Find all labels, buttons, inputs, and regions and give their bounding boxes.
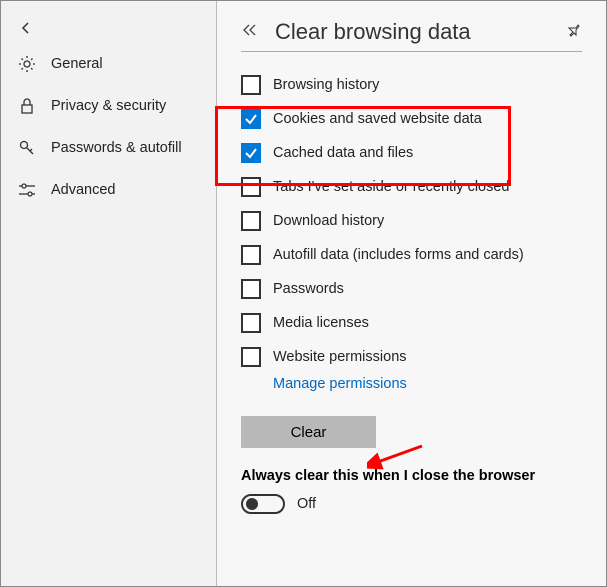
pin-icon[interactable]	[566, 22, 582, 43]
checkbox-tabs[interactable]	[241, 177, 261, 197]
check-label: Passwords	[273, 281, 344, 297]
check-label: Cookies and saved website data	[273, 111, 482, 127]
toggle-knob	[246, 498, 258, 510]
back-button[interactable]	[241, 23, 259, 42]
check-label: Browsing history	[273, 77, 379, 93]
checkbox-cookies[interactable]	[241, 109, 261, 129]
sidebar-back-chevron[interactable]	[1, 13, 216, 43]
sidebar-item-label: General	[51, 56, 103, 72]
check-row-download: Download history	[241, 204, 582, 238]
sidebar-item-general[interactable]: General	[1, 43, 216, 85]
checkbox-download[interactable]	[241, 211, 261, 231]
sidebar-item-passwords[interactable]: Passwords & autofill	[1, 127, 216, 169]
check-row-autofill: Autofill data (includes forms and cards)	[241, 238, 582, 272]
check-label: Media licenses	[273, 315, 369, 331]
manage-permissions-link[interactable]: Manage permissions	[273, 376, 407, 392]
check-label: Website permissions	[273, 349, 407, 365]
sidebar-item-label: Privacy & security	[51, 98, 166, 114]
settings-sidebar: General Privacy & security Passwords & a…	[1, 1, 217, 586]
always-clear-toggle[interactable]	[241, 494, 285, 514]
check-row-tabs: Tabs I've set aside or recently closed	[241, 170, 582, 204]
toggle-state-label: Off	[297, 496, 316, 512]
check-row-passwords: Passwords	[241, 272, 582, 306]
sidebar-item-label: Passwords & autofill	[51, 140, 182, 156]
always-clear-label: Always clear this when I close the brows…	[241, 468, 582, 484]
panel-header: Clear browsing data	[241, 19, 582, 45]
sliders-icon	[17, 180, 37, 200]
check-row-cached: Cached data and files	[241, 136, 582, 170]
check-label: Download history	[273, 213, 384, 229]
checkbox-autofill[interactable]	[241, 245, 261, 265]
check-row-browsing-history: Browsing history	[241, 68, 582, 102]
check-label: Autofill data (includes forms and cards)	[273, 247, 524, 263]
clear-button[interactable]: Clear	[241, 416, 376, 448]
checkbox-passwords[interactable]	[241, 279, 261, 299]
page-title: Clear browsing data	[275, 19, 566, 45]
annotation-arrow-icon	[367, 441, 427, 471]
check-label: Tabs I've set aside or recently closed	[273, 179, 510, 195]
check-label: Cached data and files	[273, 145, 413, 161]
key-icon	[17, 138, 37, 158]
sidebar-item-advanced[interactable]: Advanced	[1, 169, 216, 211]
checkbox-browsing-history[interactable]	[241, 75, 261, 95]
main-panel: Clear browsing data Browsing history Coo…	[217, 1, 606, 586]
checkbox-cached[interactable]	[241, 143, 261, 163]
checkbox-media[interactable]	[241, 313, 261, 333]
check-row-website-permissions: Website permissions	[241, 340, 582, 374]
gear-icon	[17, 54, 37, 74]
sidebar-item-privacy[interactable]: Privacy & security	[1, 85, 216, 127]
check-row-cookies: Cookies and saved website data	[241, 102, 582, 136]
check-row-media: Media licenses	[241, 306, 582, 340]
lock-icon	[17, 96, 37, 116]
clear-data-checklist: Browsing history Cookies and saved websi…	[241, 68, 582, 400]
sidebar-item-label: Advanced	[51, 182, 116, 198]
divider	[241, 51, 582, 52]
always-clear-toggle-row: Off	[241, 494, 582, 514]
checkbox-website-permissions[interactable]	[241, 347, 261, 367]
